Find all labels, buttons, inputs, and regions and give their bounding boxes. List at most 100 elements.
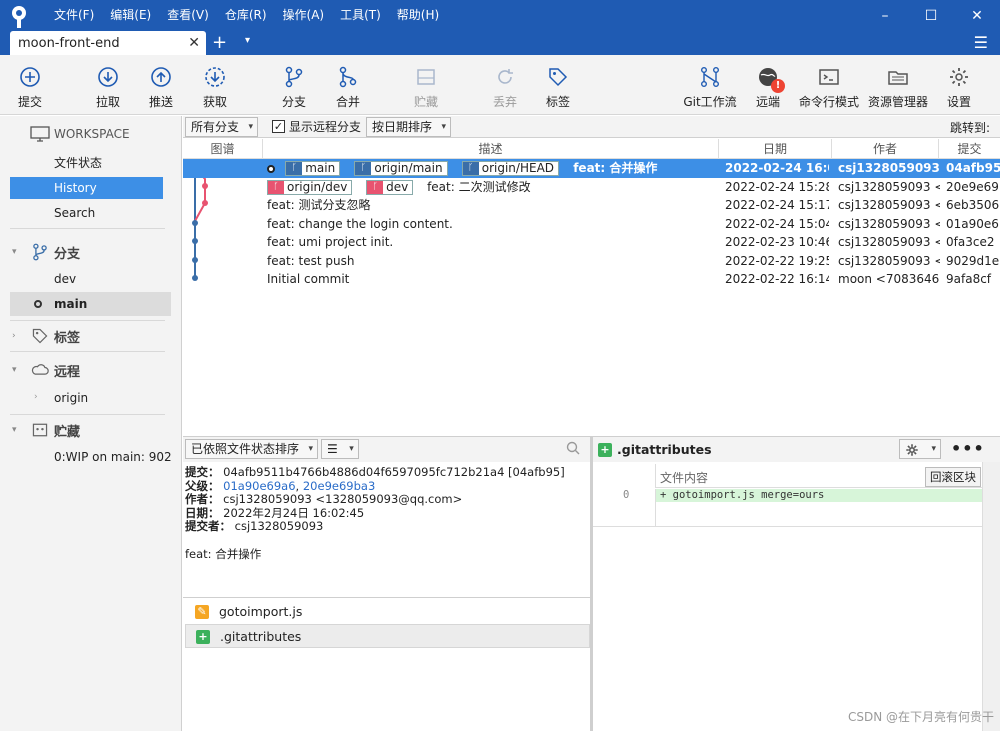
branch-button[interactable]: 分支 <box>264 55 324 115</box>
commit-author: csj1328059093 < <box>838 235 940 249</box>
tab-repository[interactable]: moon-front-end ✕ <box>10 31 206 55</box>
sidebar-divider <box>10 414 165 415</box>
commit-message: feat: change the login content. <box>267 216 453 231</box>
search-icon[interactable] <box>566 441 580 458</box>
commit-date: 2022-02-24 15:28 <box>725 179 829 194</box>
table-row[interactable]: feat: change the login content. 2022-02-… <box>183 215 1000 234</box>
workspace-header: WORKSPACE <box>30 126 130 142</box>
table-row[interactable]: ᚴ main ᚴ origin/main ᚴ origin/HEAD feat: 合并… <box>183 159 1000 178</box>
table-row[interactable]: feat: test push 2022-02-22 19:25 csj1328… <box>183 252 1000 271</box>
tab-bar: moon-front-end ✕ + ▾ ☰ <box>0 31 1000 55</box>
arrow-up-circle-icon <box>149 65 173 89</box>
commit-date: 2022-02-24 15:04 <box>725 216 829 231</box>
branch-icon: ᚴ <box>355 162 372 175</box>
tab-close-icon[interactable]: ✕ <box>188 35 200 51</box>
discard-button[interactable]: 丢弃 <box>475 55 535 115</box>
jump-to-label[interactable]: 跳转到: <box>950 119 990 136</box>
commit-author: csj1328059093 < <box>838 161 940 175</box>
column-graph[interactable]: 图谱 <box>183 139 263 159</box>
branch-label[interactable]: ᚴ main <box>285 161 341 176</box>
commit-message: feat: 测试分支忽略 <box>267 198 371 212</box>
chevron-down-icon: ▾ <box>441 122 447 132</box>
menu-file[interactable]: 文件(F) <box>46 0 102 31</box>
menu-edit[interactable]: 编辑(E) <box>102 0 159 31</box>
sidebar-divider <box>10 351 165 352</box>
remote-button[interactable]: ! 远端 <box>738 55 798 115</box>
sort-order-dropdown[interactable]: 按日期排序 ▾ <box>366 117 452 137</box>
explorer-button[interactable]: 资源管理器 <box>868 55 928 115</box>
gear-icon <box>947 65 971 89</box>
list-item[interactable]: ✎ gotoimport.js <box>185 600 590 624</box>
push-button[interactable]: 推送 <box>131 55 191 115</box>
watermark: CSDN @在下月亮有何贵干 <box>847 710 994 724</box>
close-window-button[interactable]: ✕ <box>954 0 1000 31</box>
fetch-button[interactable]: 获取 <box>185 55 245 115</box>
hamburger-menu-icon[interactable]: ☰ <box>974 33 988 52</box>
tab-title: moon-front-end <box>18 35 120 51</box>
merge-button[interactable]: 合并 <box>318 55 378 115</box>
column-date[interactable]: 日期 <box>719 139 832 159</box>
view-mode-dropdown[interactable]: ☰ ▾ <box>321 439 359 459</box>
sidebar-group-branches[interactable]: ▾ 分支 <box>12 242 80 262</box>
pull-button[interactable]: 拉取 <box>78 55 138 115</box>
commit-button[interactable]: 提交 <box>0 55 60 115</box>
branch-filter-dropdown[interactable]: 所有分支 ▾ <box>185 117 259 137</box>
new-tab-icon[interactable]: + <box>212 33 227 53</box>
menu-repository[interactable]: 仓库(R) <box>217 0 275 31</box>
sidebar-item-file-status[interactable]: 文件状态 <box>10 152 163 174</box>
table-row[interactable]: feat: umi project init. 2022-02-23 10:46… <box>183 233 1000 252</box>
sidebar-group-remotes[interactable]: ▾ 远程 <box>12 360 80 380</box>
sidebar-item-history[interactable]: History <box>10 177 163 199</box>
committer: csj1328059093 <box>234 519 324 533</box>
added-line: + gotoimport.js merge=ours <box>655 489 983 502</box>
settings-button[interactable]: 设置 <box>929 55 989 115</box>
maximize-button[interactable]: ☐ <box>908 0 954 31</box>
menu-actions[interactable]: 操作(A) <box>275 0 333 31</box>
folder-icon <box>886 65 910 89</box>
menu-tools[interactable]: 工具(T) <box>332 0 389 31</box>
table-row[interactable]: Initial commit 2022-02-22 16:14 moon <70… <box>183 270 1000 289</box>
sidebar-stash-item[interactable]: 0:WIP on main: 9029 <box>10 445 171 469</box>
sidebar-branch-main[interactable]: main <box>10 292 171 316</box>
sidebar-branch-dev[interactable]: dev <box>10 267 171 291</box>
list-view-icon: ☰ <box>327 442 338 456</box>
sidebar-group-stashes[interactable]: ▾ 贮藏 <box>12 420 80 440</box>
diff-scrollbar[interactable] <box>982 462 1000 731</box>
menu-view[interactable]: 查看(V) <box>159 0 217 31</box>
gitflow-button[interactable]: Git工作流 <box>680 55 740 115</box>
title-bar: 文件(F) 编辑(E) 查看(V) 仓库(R) 操作(A) 工具(T) 帮助(H… <box>0 0 1000 31</box>
revert-hunk-button[interactable]: 回滚区块 <box>925 467 981 487</box>
commit-author: csj1328059093 < <box>838 216 940 231</box>
list-item[interactable]: + .gitattributes <box>185 624 590 648</box>
menu-help[interactable]: 帮助(H) <box>389 0 447 31</box>
sidebar-remote-origin[interactable]: origin <box>10 386 171 410</box>
chevron-down-icon: ▾ <box>248 122 254 132</box>
sidebar-group-tags[interactable]: › 标签 <box>12 326 80 346</box>
parent-link[interactable]: 01a90e69a6 <box>223 479 295 493</box>
chevron-down-icon: ▾ <box>308 444 314 454</box>
tab-list-chevron-icon[interactable]: ▾ <box>245 35 250 46</box>
chevron-down-icon: ▾ <box>931 444 936 454</box>
branch-label[interactable]: ᚴ dev <box>366 179 414 195</box>
table-row[interactable]: feat: 测试分支忽略 2022-02-24 15:17 csj1328059… <box>183 196 1000 215</box>
branch-label[interactable]: ᚴ origin/dev <box>267 179 353 195</box>
branch-label[interactable]: ᚴ origin/HEAD <box>461 161 560 176</box>
cloud-icon <box>30 360 50 380</box>
column-description[interactable]: 描述 <box>263 139 719 159</box>
commit-date-full: 2022年2月24日 16:02:45 <box>223 505 365 520</box>
commit-message: feat: umi project init. <box>267 235 394 249</box>
stash-button[interactable]: 贮藏 <box>396 55 456 115</box>
column-commit[interactable]: 提交 <box>939 139 1000 159</box>
column-author[interactable]: 作者 <box>832 139 939 159</box>
sidebar-item-search[interactable]: Search <box>10 202 163 224</box>
parent-link[interactable]: 20e9e69ba3 <box>303 479 375 493</box>
minimize-button[interactable]: – <box>862 0 908 31</box>
table-row[interactable]: ᚴ origin/dev ᚴ dev feat: 二次测试修改 2022-02-24… <box>183 178 1000 197</box>
terminal-button[interactable]: 命令行模式 <box>799 55 859 115</box>
file-sort-dropdown[interactable]: 已依照文件状态排序 ▾ <box>185 439 319 459</box>
branch-label[interactable]: ᚴ origin/main <box>354 161 448 176</box>
show-remote-checkbox[interactable]: ✓ <box>272 120 285 133</box>
diff-options-dropdown[interactable]: ▾ <box>899 439 941 459</box>
more-options-icon[interactable]: ••• <box>951 439 985 458</box>
tag-button[interactable]: 标签 <box>528 55 588 115</box>
